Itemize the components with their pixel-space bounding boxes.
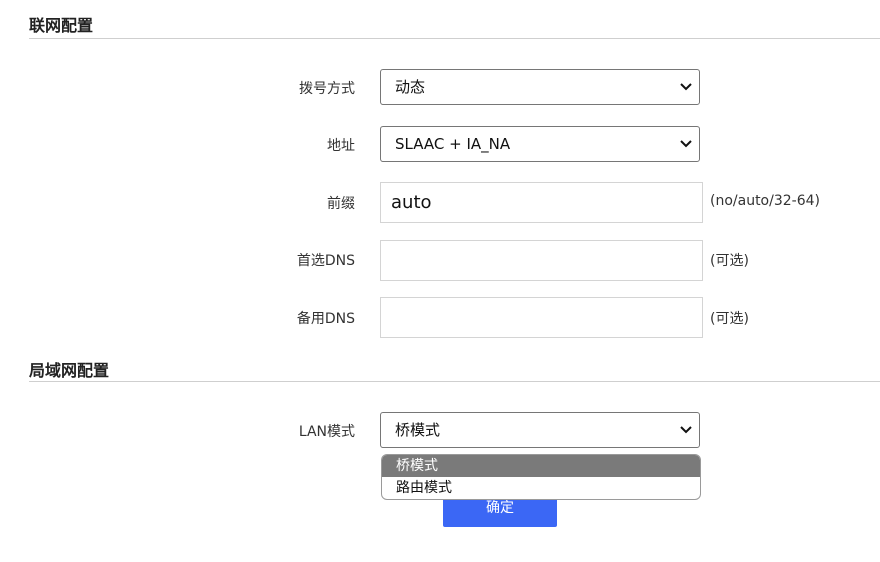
backup-dns-input[interactable] [380,297,703,338]
address-select[interactable]: SLAAC + IA_NA [380,126,700,162]
prefix-label: 前缀 [327,196,355,212]
primary-dns-input[interactable] [380,240,703,281]
chevron-down-icon [680,83,692,91]
lan-mode-option-bridge[interactable]: 桥模式 [382,455,700,477]
primary-dns-hint: (可选) [710,253,749,269]
lan-mode-select[interactable]: 桥模式 [380,412,700,448]
dial-mode-label: 拨号方式 [299,81,355,97]
backup-dns-label: 备用DNS [296,311,355,327]
lan-mode-option-router[interactable]: 路由模式 [382,477,700,499]
lan-mode-value: 桥模式 [395,421,441,439]
lan-section-title: 局域网配置 [29,361,110,380]
lan-mode-dropdown: 桥模式 路由模式 [381,454,701,500]
lan-mode-label: LAN模式 [298,424,355,440]
backup-dns-hint: (可选) [710,311,749,327]
wan-section-divider [29,38,880,39]
chevron-down-icon [680,426,692,434]
chevron-down-icon [680,140,692,148]
prefix-hint: (no/auto/32-64) [710,193,820,209]
dial-mode-value: 动态 [395,78,426,96]
dial-mode-select[interactable]: 动态 [380,69,700,105]
lan-section-divider [29,381,880,382]
wan-section-title: 联网配置 [29,16,94,35]
address-value: SLAAC + IA_NA [395,135,511,153]
primary-dns-label: 首选DNS [296,253,355,269]
address-label: 地址 [327,138,355,154]
prefix-input[interactable]: auto [380,182,703,223]
